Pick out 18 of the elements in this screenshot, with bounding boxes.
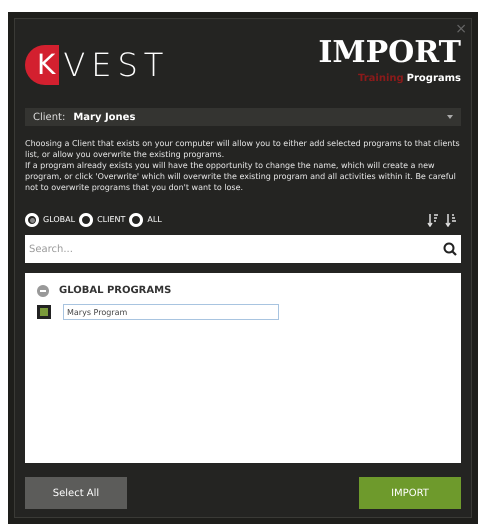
description-text: Choosing a Client that exists on your computer will allow you to either add selected programs to that clients list, or allow you overwrite the existing programs. (25, 138, 461, 160)
filter-radio[interactable]: GLOBAL (25, 213, 76, 227)
caret-icon (447, 115, 453, 119)
collapse-icon[interactable] (37, 284, 49, 296)
subtitle: Programs (406, 72, 461, 86)
search-icon (443, 242, 457, 256)
select-all-button[interactable]: Select All (25, 477, 127, 509)
group-title: GLOBAL PROGRAMS (59, 284, 172, 298)
sort-ascending-icon[interactable] (445, 213, 457, 227)
filter-radio[interactable]: CLIENT (79, 213, 126, 227)
client-dropdown[interactable]: Client: Mary Jones (25, 108, 461, 126)
program-name-field[interactable]: Marys Program (63, 304, 279, 320)
filter-radio[interactable]: ALL (129, 213, 162, 227)
subtitle-accent: Training (358, 72, 404, 86)
sort-descending-icon[interactable] (427, 213, 439, 227)
description-text: If a program already exists you will have the opportunity to change the name, which will create a new program, or click 'Overwrite' which will overwrite the existing program and all activities within it. Be careful not to overwrite programs that you don't want to lose. (25, 160, 457, 193)
logo: K VEST (25, 45, 170, 85)
program-checkbox[interactable] (37, 305, 51, 319)
